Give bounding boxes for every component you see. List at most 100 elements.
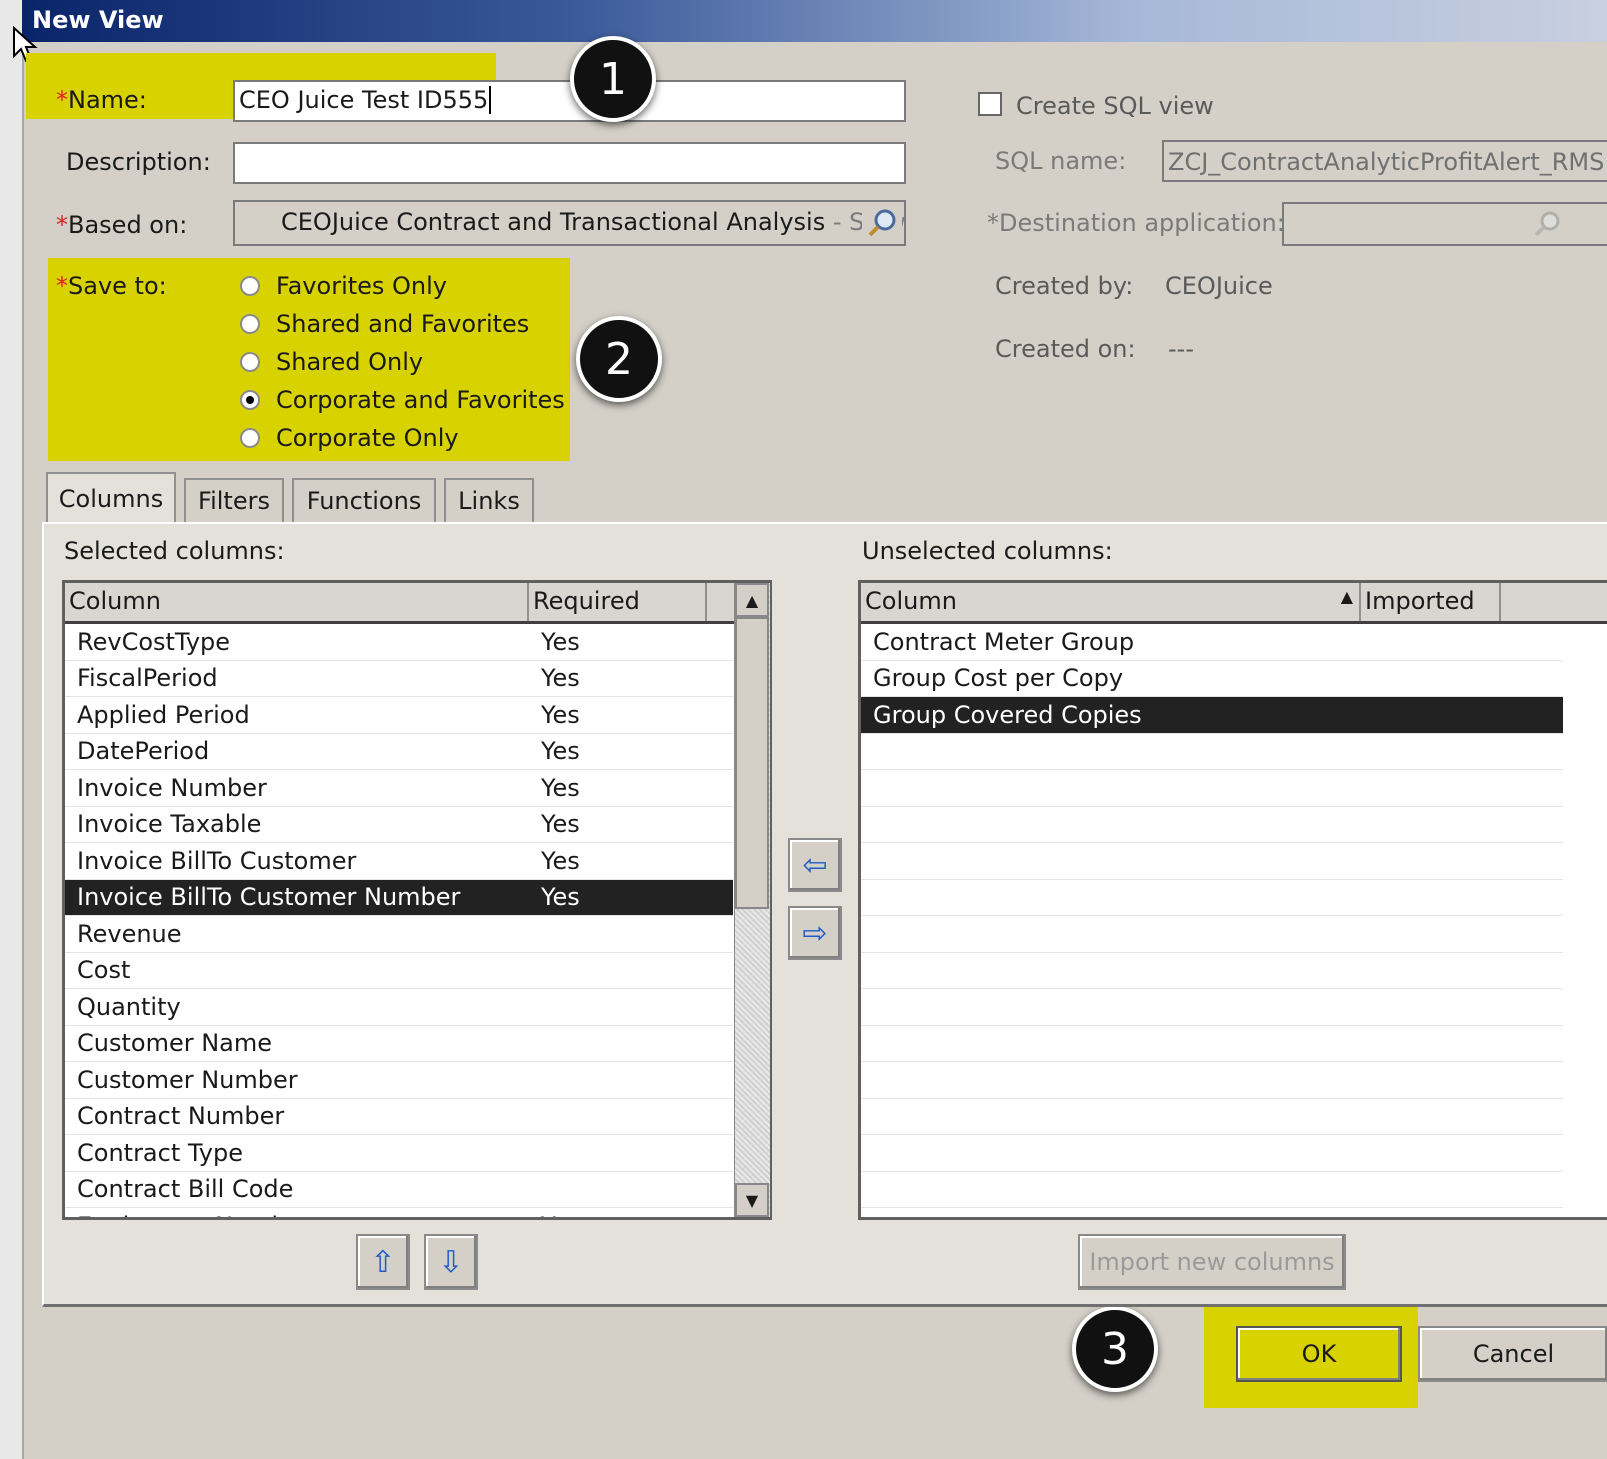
- unselected-columns-rows: Contract Meter Group Group Cost per Copy G…: [861, 624, 1563, 1217]
- save-to-label: *Save to:: [56, 272, 167, 300]
- table-row[interactable]: Contract Bill Code: [65, 1172, 733, 1208]
- search-icon[interactable]: [1528, 206, 1566, 242]
- arrow-left-icon: ⇦: [802, 847, 828, 883]
- table-row[interactable]: Contract Number: [65, 1099, 733, 1135]
- tab-links[interactable]: Links: [444, 478, 534, 522]
- sql-name-label: SQL name:: [995, 147, 1127, 175]
- created-on-value: ---: [1168, 335, 1194, 363]
- required-cell: Yes: [529, 1212, 729, 1217]
- tab-columns[interactable]: Columns: [46, 472, 176, 524]
- radio-corporate-and-favorites[interactable]: Corporate and Favorites: [240, 381, 565, 419]
- imported-header[interactable]: Imported: [1361, 583, 1501, 621]
- column-name-cell: Group Cost per Copy: [873, 664, 1124, 693]
- table-row[interactable]: Customer Name: [65, 1026, 733, 1062]
- required-cell: Yes: [541, 846, 580, 875]
- unselected-columns-title: Unselected columns:: [862, 537, 1113, 565]
- radio-button-icon[interactable]: [240, 352, 260, 372]
- radio-favorites-only[interactable]: Favorites Only: [240, 267, 565, 305]
- unselected-columns-list[interactable]: Column ▲ Imported Contract Meter Group Gr…: [858, 580, 1607, 1220]
- selected-columns-list[interactable]: Column Required RevCostType Yes FiscalPeri…: [62, 580, 772, 1220]
- empty-row: [861, 843, 1563, 880]
- empty-row: [861, 770, 1563, 807]
- empty-row: [861, 953, 1563, 989]
- sql-name-input[interactable]: ZCJ_ContractAnalyticProfitAlert_RMS: [1162, 140, 1607, 182]
- column-header[interactable]: Column: [65, 583, 529, 621]
- import-new-columns-button[interactable]: Import new columns: [1078, 1234, 1346, 1290]
- radio-button-icon[interactable]: [240, 276, 260, 296]
- table-row[interactable]: Revenue: [65, 916, 733, 953]
- move-right-button[interactable]: ⇨: [788, 906, 842, 960]
- create-sql-label: Create SQL view: [1016, 92, 1214, 120]
- selected-columns-title: Selected columns:: [64, 537, 285, 565]
- search-icon[interactable]: [862, 203, 902, 243]
- table-row[interactable]: Contract Meter Group: [861, 624, 1563, 661]
- radio-button-checked-icon[interactable]: [240, 390, 260, 410]
- empty-row: [861, 734, 1563, 770]
- tab-filters[interactable]: Filters: [184, 478, 284, 522]
- move-up-button[interactable]: ⇧: [356, 1234, 410, 1290]
- table-row[interactable]: Quantity: [65, 989, 733, 1026]
- created-on-label: Created on:: [995, 335, 1136, 363]
- table-row[interactable]: Equipment NumberYes: [65, 1208, 733, 1217]
- empty-row: [861, 916, 1563, 953]
- column-name-cell: Applied Period: [77, 700, 250, 729]
- scroll-thumb[interactable]: [735, 617, 769, 909]
- name-label: *Name:: [56, 86, 147, 114]
- background-window-edge: [0, 0, 24, 1459]
- column-name-cell: Revenue: [77, 919, 182, 948]
- table-row[interactable]: Invoice Number Yes: [65, 770, 733, 807]
- table-row[interactable]: Invoice BillTo Customer Yes: [65, 843, 733, 880]
- table-row[interactable]: Applied Period Yes: [65, 697, 733, 734]
- create-sql-checkbox[interactable]: [978, 92, 1002, 116]
- scroll-up-arrow-icon[interactable]: ▲: [735, 583, 769, 617]
- name-input[interactable]: CEO Juice Test ID555: [233, 80, 906, 122]
- table-row[interactable]: DatePeriod Yes: [65, 734, 733, 770]
- column-name-cell: Contract Bill Code: [77, 1175, 294, 1204]
- table-row[interactable]: FiscalPeriod Yes: [65, 661, 733, 697]
- based-on-label: *Based on:: [56, 211, 188, 239]
- scroll-down-arrow-icon[interactable]: ▼: [735, 1183, 769, 1217]
- column-name-cell: Invoice BillTo Customer Number: [77, 883, 461, 912]
- based-on-input[interactable]: CEOJuice Contract and Transactional Anal…: [233, 200, 906, 246]
- column-header[interactable]: Column ▲: [861, 583, 1361, 621]
- empty-row: [861, 1208, 1563, 1217]
- table-row[interactable]: Invoice BillTo Customer Number Yes: [65, 879, 733, 916]
- annotation-badge-2: 2: [576, 316, 662, 402]
- arrow-right-icon: ⇨: [802, 915, 828, 951]
- table-row[interactable]: Cost: [65, 953, 733, 989]
- move-down-button[interactable]: ⇩: [424, 1234, 478, 1290]
- table-row[interactable]: Group Cost per Copy: [861, 661, 1563, 697]
- ok-button[interactable]: OK: [1236, 1326, 1402, 1382]
- radio-corporate-only[interactable]: Corporate Only: [240, 419, 565, 457]
- description-input[interactable]: [233, 142, 906, 184]
- sort-ascending-icon: ▲: [1340, 587, 1353, 606]
- radio-button-icon[interactable]: [240, 428, 260, 448]
- table-row[interactable]: Customer Number: [65, 1062, 733, 1099]
- column-name-cell: Invoice Taxable: [77, 810, 262, 839]
- column-name-cell: FiscalPeriod: [77, 664, 218, 693]
- table-row[interactable]: RevCostType Yes: [65, 624, 733, 661]
- arrow-up-icon: ⇧: [370, 1244, 396, 1280]
- table-row[interactable]: Group Covered Copies: [861, 697, 1563, 734]
- empty-row: [861, 1062, 1563, 1099]
- radio-shared-only[interactable]: Shared Only: [240, 343, 565, 381]
- created-by-label: Created by:: [995, 272, 1134, 300]
- required-cell: Yes: [541, 773, 580, 802]
- column-name-cell: Invoice BillTo Customer: [77, 846, 357, 875]
- column-name-cell: Equipment Number: [65, 1212, 529, 1217]
- selected-columns-scrollbar[interactable]: ▲ ▼: [734, 583, 770, 1217]
- annotation-badge-1: 1: [570, 36, 656, 122]
- column-name-cell: Customer Name: [77, 1029, 273, 1058]
- column-name-cell: Contract Type: [77, 1138, 243, 1167]
- column-name-cell: Group Covered Copies: [873, 700, 1142, 729]
- table-row[interactable]: Contract Type: [65, 1135, 733, 1172]
- required-cell: Yes: [541, 700, 580, 729]
- column-name-cell: Contract Number: [77, 1102, 285, 1131]
- cancel-button[interactable]: Cancel: [1418, 1326, 1607, 1382]
- move-left-button[interactable]: ⇦: [788, 838, 842, 892]
- table-row[interactable]: Invoice Taxable Yes: [65, 807, 733, 843]
- radio-shared-and-favorites[interactable]: Shared and Favorites: [240, 305, 565, 343]
- required-header[interactable]: Required: [529, 583, 707, 621]
- radio-button-icon[interactable]: [240, 314, 260, 334]
- tab-functions[interactable]: Functions: [292, 478, 436, 522]
